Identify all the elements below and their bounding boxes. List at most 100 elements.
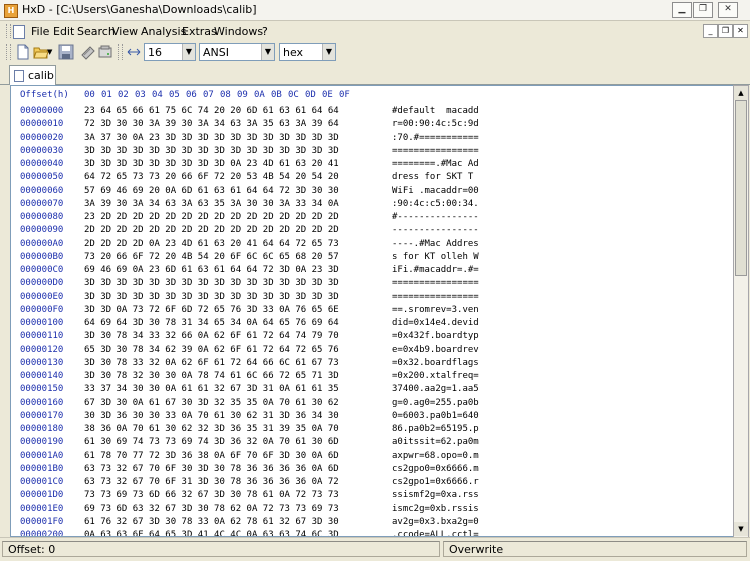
row-hex-bytes[interactable]: 3D 3D 3D 3D 3D 3D 3D 3D 3D 3D 3D 3D 3D 3… <box>84 146 339 156</box>
hex-row[interactable]: 00000030 3D 3D 3D 3D 3D 3D 3D 3D 3D 3D 3D… <box>11 146 734 159</box>
menubar-grip[interactable] <box>6 24 11 38</box>
row-hex-bytes[interactable]: 61 78 70 77 72 3D 36 38 0A 6F 70 6F 3D 3… <box>84 451 339 461</box>
row-hex-bytes[interactable]: 3A 37 30 0A 23 3D 3D 3D 3D 3D 3D 3D 3D 3… <box>84 133 339 143</box>
row-hex-bytes[interactable]: 3D 30 78 33 32 0A 62 6F 61 72 64 66 6C 6… <box>84 358 339 368</box>
open-dropdown-icon[interactable]: ▼ <box>47 44 55 60</box>
row-text[interactable]: iFi.#macaddr=.#= <box>392 265 479 275</box>
row-hex-bytes[interactable]: 61 30 69 74 73 73 69 74 3D 36 32 0A 70 6… <box>84 437 339 447</box>
status-pane-mode[interactable]: Overwrite <box>443 541 747 557</box>
menu-analysis[interactable]: Analysis <box>141 25 186 38</box>
row-text[interactable]: ================ <box>392 292 479 302</box>
new-file-icon[interactable] <box>15 44 31 60</box>
hex-row[interactable]: 00000080 23 2D 2D 2D 2D 2D 2D 2D 2D 2D 2D… <box>11 212 734 225</box>
hex-row[interactable]: 00000100 64 69 64 3D 30 78 31 34 65 34 0A… <box>11 318 734 331</box>
restore-button[interactable]: ❐ <box>693 2 713 18</box>
mdi-minimize-button[interactable]: _ <box>703 24 718 38</box>
hex-row[interactable]: 000000C0 69 46 69 0A 23 6D 61 63 61 64 64… <box>11 265 734 278</box>
menu-extras[interactable]: Extras <box>182 25 217 38</box>
menu-help[interactable]: ? <box>262 25 268 38</box>
row-hex-bytes[interactable]: 63 73 32 67 70 6F 30 3D 30 78 36 36 36 3… <box>84 464 339 474</box>
row-hex-bytes[interactable]: 61 76 32 67 3D 30 78 33 0A 62 78 61 32 6… <box>84 517 339 527</box>
hex-row[interactable]: 00000000 23 64 65 66 61 75 6C 74 20 20 6D… <box>11 106 734 119</box>
close-button[interactable]: ✕ <box>718 2 738 18</box>
row-hex-bytes[interactable]: 3D 3D 3D 3D 3D 3D 3D 3D 3D 3D 3D 3D 3D 3… <box>84 278 339 288</box>
hex-row[interactable]: 00000040 3D 3D 3D 3D 3D 3D 3D 3D 3D 0A 23… <box>11 159 734 172</box>
hex-row[interactable]: 000000F0 3D 3D 0A 73 72 6F 6D 72 65 76 3D… <box>11 305 734 318</box>
hex-row[interactable]: 00000170 30 3D 36 30 30 33 0A 70 61 30 62… <box>11 411 734 424</box>
row-hex-bytes[interactable]: 0A 63 63 6F 64 65 3D 41 4C 4C 0A 63 63 7… <box>84 530 339 536</box>
row-hex-bytes[interactable]: 3D 3D 0A 73 72 6F 6D 72 65 76 3D 33 0A 7… <box>84 305 339 315</box>
hex-row[interactable]: 00000070 3A 39 30 3A 34 63 3A 63 35 3A 30… <box>11 199 734 212</box>
hex-row[interactable]: 000000E0 3D 3D 3D 3D 3D 3D 3D 3D 3D 3D 3D… <box>11 292 734 305</box>
hex-row[interactable]: 000001F0 61 76 32 67 3D 30 78 33 0A 62 78… <box>11 517 734 530</box>
offset-base-select[interactable]: hex ▼ <box>279 43 336 61</box>
row-hex-bytes[interactable]: 69 46 69 0A 23 6D 61 63 61 64 64 72 3D 0… <box>84 265 339 275</box>
row-text[interactable]: a0itssit=62.pa0m <box>392 437 479 447</box>
menu-view[interactable]: View <box>112 25 138 38</box>
row-text[interactable]: ----.#Mac Addres <box>392 239 479 249</box>
row-text[interactable]: :90:4c:c5:00:34. <box>392 199 479 209</box>
row-text[interactable]: ---------------- <box>392 225 479 235</box>
hex-row[interactable]: 000001B0 63 73 32 67 70 6F 30 3D 30 78 36… <box>11 464 734 477</box>
row-text[interactable]: =0x200.xtalfreq= <box>392 371 479 381</box>
row-text[interactable]: cs2gpo0=0x6666.m <box>392 464 479 474</box>
row-text[interactable]: ================ <box>392 278 479 288</box>
hxd-app-icon[interactable]: H <box>4 4 18 18</box>
row-text[interactable]: .ccode=ALL.cctl= <box>392 530 479 536</box>
row-hex-bytes[interactable]: 3D 30 78 32 30 30 0A 78 74 61 6C 66 72 6… <box>84 371 339 381</box>
row-hex-bytes[interactable]: 23 2D 2D 2D 2D 2D 2D 2D 2D 2D 2D 2D 2D 2… <box>84 212 339 222</box>
row-text[interactable]: g=0.ag0=255.pa0b <box>392 398 479 408</box>
hex-row[interactable]: 00000110 3D 30 78 34 33 32 66 0A 62 6F 61… <box>11 331 734 344</box>
row-hex-bytes[interactable]: 64 69 64 3D 30 78 31 34 65 34 0A 64 65 7… <box>84 318 339 328</box>
row-hex-bytes[interactable]: 67 3D 30 0A 61 67 30 3D 32 35 35 0A 70 6… <box>84 398 339 408</box>
hex-row[interactable]: 00000160 67 3D 30 0A 61 67 30 3D 32 35 35… <box>11 398 734 411</box>
document-icon[interactable] <box>13 25 25 39</box>
row-text[interactable]: WiFi .macaddr=00 <box>392 186 479 196</box>
ram-editor-icon[interactable] <box>80 44 96 60</box>
bytes-per-row-select[interactable]: 16 ▼ <box>144 43 196 61</box>
row-text[interactable]: ssismf2g=0xa.rss <box>392 490 479 500</box>
minimize-button[interactable]: ▁ <box>672 2 692 18</box>
row-text[interactable]: #default macadd <box>392 106 479 116</box>
hex-row[interactable]: 00000020 3A 37 30 0A 23 3D 3D 3D 3D 3D 3D… <box>11 133 734 146</box>
hex-row[interactable]: 000001D0 73 73 69 73 6D 66 32 67 3D 30 78… <box>11 490 734 503</box>
row-text[interactable]: cs2gpo1=0x6666.r <box>392 477 479 487</box>
row-hex-bytes[interactable]: 73 20 66 6F 72 20 4B 54 20 6F 6C 6C 65 6… <box>84 252 339 262</box>
hex-row[interactable]: 00000050 64 72 65 73 73 20 66 6F 72 20 53… <box>11 172 734 185</box>
row-hex-bytes[interactable]: 2D 2D 2D 2D 0A 23 4D 61 63 20 41 64 64 7… <box>84 239 339 249</box>
row-text[interactable]: =0x432f.boardtyp <box>392 331 479 341</box>
row-hex-bytes[interactable]: 69 73 6D 63 32 67 3D 30 78 62 0A 72 73 7… <box>84 504 339 514</box>
row-text[interactable]: 37400.aa2g=1.aa5 <box>392 384 479 394</box>
hex-row[interactable]: 00000200 0A 63 63 6F 64 65 3D 41 4C 4C 0A… <box>11 530 734 536</box>
scroll-up-button[interactable]: ▲ <box>734 86 748 100</box>
hex-row[interactable]: 00000010 72 3D 30 30 3A 39 30 3A 34 63 3A… <box>11 119 734 132</box>
row-text[interactable]: 0=6003.pa0b1=640 <box>392 411 479 421</box>
hex-row[interactable]: 00000120 65 3D 30 78 34 62 39 0A 62 6F 61… <box>11 345 734 358</box>
row-hex-bytes[interactable]: 57 69 46 69 20 0A 6D 61 63 61 64 64 72 3… <box>84 186 339 196</box>
row-text[interactable]: s for KT olleh W <box>392 252 479 262</box>
disk-editor-icon[interactable] <box>97 44 113 60</box>
row-hex-bytes[interactable]: 3D 3D 3D 3D 3D 3D 3D 3D 3D 0A 23 4D 61 6… <box>84 159 339 169</box>
hex-row[interactable]: 000000B0 73 20 66 6F 72 20 4B 54 20 6F 6C… <box>11 252 734 265</box>
row-hex-bytes[interactable]: 3D 3D 3D 3D 3D 3D 3D 3D 3D 3D 3D 3D 3D 3… <box>84 292 339 302</box>
hex-row[interactable]: 00000140 3D 30 78 32 30 30 0A 78 74 61 6C… <box>11 371 734 384</box>
charset-select[interactable]: ANSI ▼ <box>199 43 275 61</box>
hex-editor[interactable]: Offset(h) 00 01 02 03 04 05 06 07 08 09 0A 0B 0C 0D 0E… <box>10 85 734 537</box>
hex-row[interactable]: 000000A0 2D 2D 2D 2D 0A 23 4D 61 63 20 41… <box>11 239 734 252</box>
hex-row[interactable]: 000001A0 61 78 70 77 72 3D 36 38 0A 6F 70… <box>11 451 734 464</box>
chevron-down-icon[interactable]: ▼ <box>322 44 335 60</box>
row-text[interactable]: e=0x4b9.boardrev <box>392 345 479 355</box>
hex-row[interactable]: 00000180 38 36 0A 70 61 30 62 32 3D 36 35… <box>11 424 734 437</box>
toolbar-grip[interactable] <box>6 44 11 60</box>
menu-edit[interactable]: Edit <box>53 25 74 38</box>
row-text[interactable]: #--------------- <box>392 212 479 222</box>
mdi-restore-button[interactable]: ❐ <box>718 24 733 38</box>
row-hex-bytes[interactable]: 3D 30 78 34 33 32 66 0A 62 6F 61 72 64 7… <box>84 331 339 341</box>
row-text[interactable]: dress for SKT T <box>392 172 479 182</box>
menu-search[interactable]: Search <box>77 25 115 38</box>
row-hex-bytes[interactable]: 63 73 32 67 70 6F 31 3D 30 78 36 36 36 3… <box>84 477 339 487</box>
row-hex-bytes[interactable]: 64 72 65 73 73 20 66 6F 72 20 53 4B 54 2… <box>84 172 339 182</box>
row-text[interactable]: did=0x14e4.devid <box>392 318 479 328</box>
hex-row[interactable]: 00000130 3D 30 78 33 32 0A 62 6F 61 72 64… <box>11 358 734 371</box>
hex-row[interactable]: 000000D0 3D 3D 3D 3D 3D 3D 3D 3D 3D 3D 3D… <box>11 278 734 291</box>
